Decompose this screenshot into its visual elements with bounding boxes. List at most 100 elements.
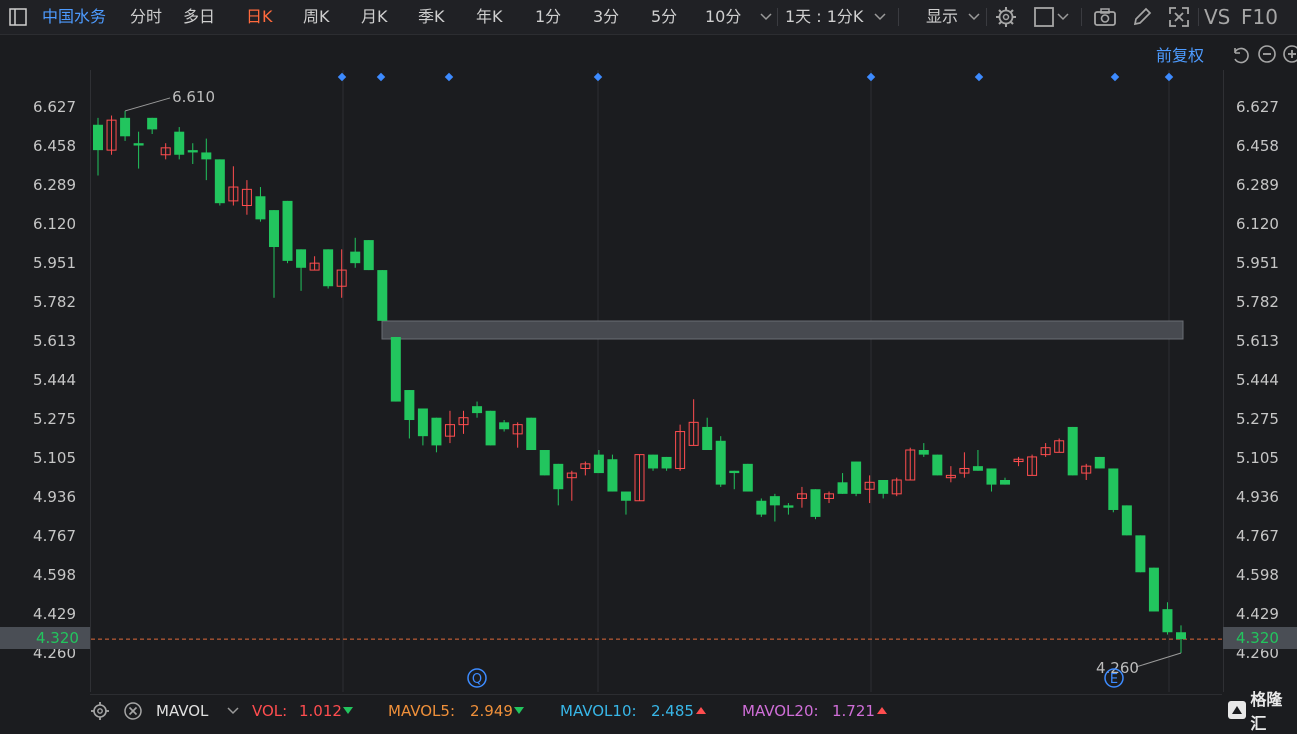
y-tick-label: 5.613: [33, 331, 76, 350]
camera-icon[interactable]: [1093, 0, 1117, 34]
candle-body: [282, 200, 293, 261]
mavol5-label: MAVOL5:: [388, 702, 456, 720]
y-tick-label: 6.289: [33, 175, 76, 194]
event-marker: [974, 72, 984, 82]
arrow-down-icon: [514, 695, 524, 727]
candle-body: [377, 270, 388, 321]
gear-icon[interactable]: [90, 695, 110, 727]
mavol5-value: 2.949: [470, 702, 513, 720]
candle-body: [350, 251, 361, 264]
chevron-down-icon[interactable]: [874, 0, 886, 34]
y-tick-label: 5.105: [33, 449, 76, 468]
candle-body: [1067, 426, 1078, 476]
chevron-down-icon[interactable]: [968, 0, 980, 34]
arrow-up-icon: [696, 695, 706, 727]
candle-body: [553, 463, 564, 490]
y-tick-label: 6.627: [1236, 98, 1279, 116]
f10-button[interactable]: F10: [1241, 0, 1278, 34]
y-tick-label: 6.458: [33, 136, 76, 155]
candle-body: [296, 249, 307, 268]
candle-body: [268, 210, 279, 248]
pencil-icon[interactable]: [1131, 0, 1153, 34]
chevron-down-icon[interactable]: [1057, 0, 1069, 34]
candle-body: [201, 152, 212, 160]
undo-icon[interactable]: [1229, 40, 1249, 68]
mavol20-label: MAVOL20:: [742, 702, 819, 720]
zoom-out-icon[interactable]: [1257, 40, 1277, 68]
plot-area[interactable]: 6.610 4.260 Q E: [90, 70, 1224, 692]
candle-body: [404, 390, 415, 421]
period-tab[interactable]: 月K: [361, 0, 388, 34]
candle-body: [756, 500, 767, 515]
candle-body: [187, 150, 198, 153]
candle-body: [323, 249, 334, 287]
event-marker: [337, 72, 347, 82]
y-tick-label: 5.782: [1236, 292, 1279, 311]
period-tab[interactable]: 1分: [535, 0, 561, 34]
y-tick-label: 4.598: [33, 566, 76, 585]
candle-body: [607, 459, 618, 492]
settings-icon[interactable]: [995, 0, 1017, 34]
current-price-right: 4.320: [1223, 627, 1297, 649]
vs-button[interactable]: VS: [1204, 0, 1230, 34]
fullscreen-icon[interactable]: [1168, 0, 1190, 34]
highlight-band: [381, 320, 1184, 340]
candle-body: [485, 410, 496, 446]
candle-body: [593, 454, 604, 474]
candle-body: [661, 456, 672, 469]
y-tick-label: 4.429: [33, 605, 76, 624]
period-tab[interactable]: 日K: [246, 0, 273, 34]
zoom-in-icon[interactable]: [1282, 40, 1297, 68]
candle-body: [133, 143, 144, 146]
candle-body: [810, 489, 821, 517]
period-tab[interactable]: 5分: [651, 0, 677, 34]
y-tick-label: 5.105: [1236, 449, 1279, 468]
period-tab[interactable]: 年K: [476, 0, 503, 34]
adjust-mode-label[interactable]: 前复权: [1156, 42, 1204, 66]
candlestick-chart[interactable]: 6.6104.260Q E: [91, 70, 1223, 692]
close-icon[interactable]: [123, 695, 143, 727]
chevron-down-icon[interactable]: [760, 0, 772, 34]
range-select[interactable]: 1天 : 1分K: [785, 0, 863, 34]
q-marker-icon[interactable]: Q: [467, 668, 487, 688]
candle-body: [390, 336, 401, 402]
candle-body: [742, 463, 753, 492]
candle-body: [729, 470, 740, 474]
svg-text:E: E: [1110, 672, 1118, 687]
period-tab[interactable]: 分时: [130, 0, 162, 34]
indicator-name[interactable]: MAVOL: [156, 695, 208, 727]
candle-body: [715, 440, 726, 485]
candle-body: [472, 406, 483, 414]
current-price-left: 4.320: [0, 627, 90, 649]
y-tick-label: 5.951: [1236, 253, 1279, 272]
period-tab[interactable]: 3分: [593, 0, 619, 34]
chevron-down-icon[interactable]: [227, 695, 239, 727]
candle-body: [1108, 468, 1119, 510]
candle-body: [1176, 632, 1186, 640]
high-pointer: [124, 97, 171, 112]
brand-logo: 格隆汇: [1223, 690, 1297, 733]
stock-name[interactable]: 中国水务: [42, 0, 106, 34]
display-menu[interactable]: 显示: [926, 0, 958, 34]
sidebar-toggle-icon[interactable]: [8, 0, 28, 34]
candle-body: [648, 454, 659, 469]
y-tick-label: 6.120: [1236, 214, 1279, 233]
period-tab[interactable]: 周K: [303, 0, 330, 34]
y-tick-label: 6.458: [1236, 136, 1279, 155]
arrow-up-icon: [877, 695, 887, 727]
e-marker-icon[interactable]: E: [1104, 668, 1124, 688]
period-tab[interactable]: 10分: [705, 0, 741, 34]
candle-body: [431, 417, 442, 446]
candle-body: [783, 505, 794, 508]
candle-body: [769, 496, 780, 506]
candle-body: [147, 117, 158, 130]
candle-body: [526, 417, 537, 451]
period-tab[interactable]: 季K: [418, 0, 445, 34]
y-tick-label: 4.936: [1236, 488, 1279, 507]
event-marker: [376, 72, 386, 82]
rectangle-icon[interactable]: [1033, 0, 1055, 34]
period-tab[interactable]: 多日: [183, 0, 215, 34]
arrow-down-icon: [343, 695, 353, 727]
candle-body: [837, 482, 848, 494]
candle-body: [214, 159, 225, 204]
